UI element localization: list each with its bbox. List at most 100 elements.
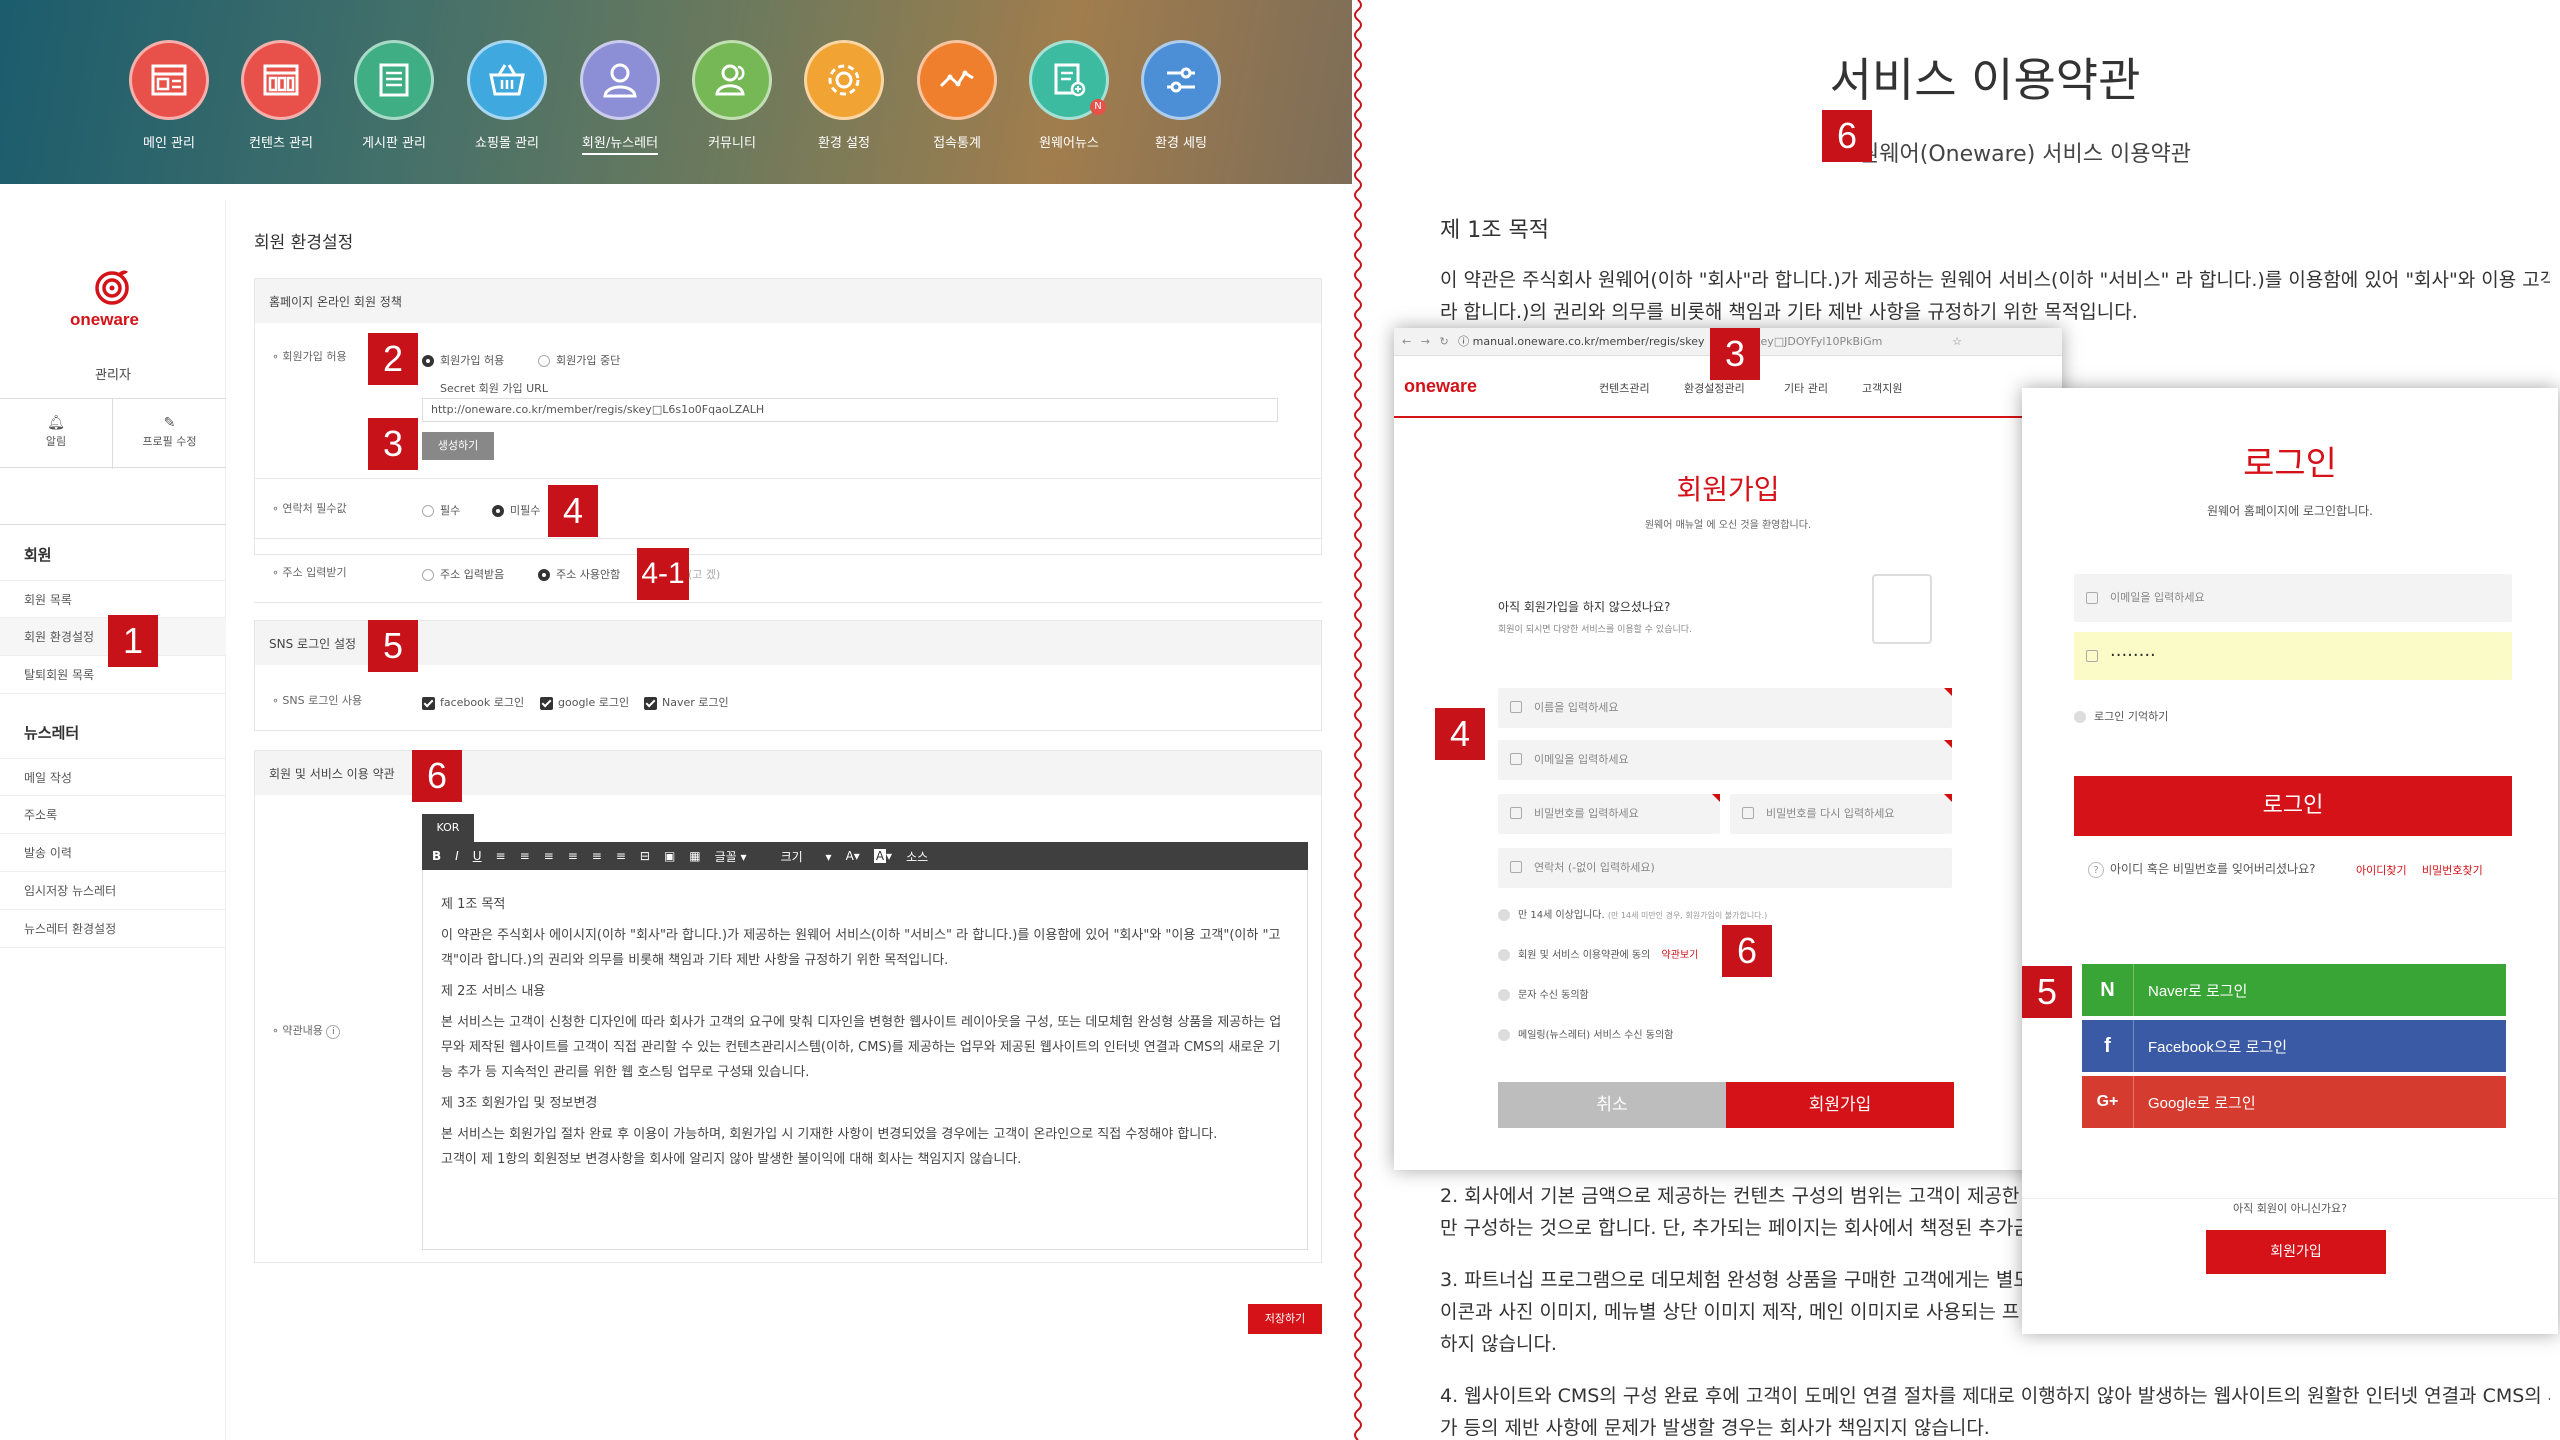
- size-select[interactable]: 크기 ▾: [781, 848, 832, 865]
- radio-signup-stop[interactable]: 회원가입 중단: [538, 352, 620, 368]
- image-button[interactable]: ▣: [664, 849, 675, 863]
- menu-content[interactable]: 컨텐츠 관리: [226, 40, 336, 151]
- back-icon[interactable]: ←: [1402, 335, 1411, 348]
- font-select[interactable]: 글꼴 ▾: [715, 848, 747, 865]
- name-input[interactable]: 이름을 입력하세요: [1498, 688, 1952, 728]
- cancel-button[interactable]: 취소: [1498, 1082, 1726, 1128]
- mail-field-icon: [1510, 753, 1522, 765]
- align-center-button[interactable]: ≡: [568, 849, 578, 863]
- secret-url-field[interactable]: http://oneware.co.kr/member/regis/skey□L…: [422, 398, 1278, 422]
- site-nav-content[interactable]: 컨텐츠관리: [1599, 380, 1650, 396]
- source-button[interactable]: 소스: [906, 848, 928, 865]
- agree-terms[interactable]: 회원 및 서비스 이용약관에 동의 약관보기: [1498, 946, 1698, 961]
- radio-required-label: 필수: [440, 504, 461, 517]
- sidebar-item-write-mail[interactable]: 메일 작성: [0, 758, 226, 796]
- radio-signup-allow[interactable]: 회원가입 허용: [422, 352, 504, 368]
- bold-button[interactable]: B: [432, 849, 441, 863]
- menu-setup[interactable]: 환경 세팅: [1126, 40, 1236, 151]
- sidebar-item-newsletter-settings[interactable]: 뉴스레터 환경설정: [0, 910, 226, 948]
- find-id-link[interactable]: 아이디찾기: [2356, 862, 2407, 878]
- remember-login-checkbox[interactable]: 로그인 기억하기: [2074, 708, 2168, 724]
- menu-community[interactable]: 커뮤니티: [677, 40, 787, 151]
- align-right-button[interactable]: ≡: [592, 849, 602, 863]
- radio-required[interactable]: 필수: [422, 502, 460, 518]
- bullet-list-button[interactable]: ≡: [520, 849, 530, 863]
- align-left-button[interactable]: ≡: [544, 849, 554, 863]
- login-email-input[interactable]: 이메일을 입력하세요: [2074, 574, 2512, 622]
- news-icon: N: [1029, 40, 1109, 120]
- checkbox-facebook[interactable]: facebook 로그인: [422, 694, 524, 710]
- email-input[interactable]: 이메일을 입력하세요: [1498, 740, 1952, 780]
- phone-input[interactable]: 연락처 (-없이 입력하세요): [1498, 848, 1952, 888]
- link-button[interactable]: ⊟: [640, 849, 650, 863]
- password-confirm-input[interactable]: 비밀번호를 다시 입력하세요: [1730, 794, 1952, 834]
- menu-settings[interactable]: 환경 설정: [789, 40, 899, 151]
- radio-address-receive[interactable]: 주소 입력받음: [422, 566, 504, 582]
- login-signup-button[interactable]: 회원가입: [2206, 1230, 2386, 1274]
- password-input[interactable]: 비밀번호를 입력하세요: [1498, 794, 1720, 834]
- phone-field-icon: [1510, 861, 1522, 873]
- editor-tab-kor[interactable]: KOR: [422, 814, 474, 842]
- menu-member[interactable]: 회원/뉴스레터: [565, 40, 675, 155]
- profile-edit-button[interactable]: ✎ 프로필 수정: [113, 399, 226, 469]
- underline-button[interactable]: U: [473, 849, 482, 863]
- user-icon: [580, 40, 660, 120]
- alarm-button[interactable]: 🔔︎ 알림: [0, 399, 113, 469]
- badge-3: 3: [368, 418, 418, 470]
- required-marker: [1944, 794, 1952, 802]
- sidebar-item-member-list[interactable]: 회원 목록: [0, 580, 226, 618]
- signup-question-sub: 회원이 되시면 다양한 서비스를 이용할 수 있습니다.: [1498, 625, 1692, 635]
- site-nav-support[interactable]: 고객지원: [1862, 380, 1902, 396]
- sliders-icon: [1141, 40, 1221, 120]
- sidebar-item-send-history[interactable]: 발송 이력: [0, 834, 226, 872]
- admin-top-menu: 메인 관리 컨텐츠 관리 게시판 관리 쇼핑몰 관리 회원/뉴스레터 커뮤니티 …: [0, 0, 1352, 184]
- bg-color-button[interactable]: A ▾: [873, 849, 892, 863]
- font-color-label: A: [845, 849, 854, 863]
- site-nav-etc[interactable]: 기타 관리: [1784, 380, 1828, 396]
- google-login-button[interactable]: G+ Google로 로그인: [2082, 1076, 2506, 1128]
- agree-sms[interactable]: 문자 수신 동의함: [1498, 986, 1589, 1001]
- agree-mailing[interactable]: 메일링(뉴스레터) 서비스 수신 동의함: [1498, 1026, 1673, 1041]
- login-password-input[interactable]: ········: [2074, 632, 2512, 680]
- sidebar-item-address-book[interactable]: 주소록: [0, 796, 226, 834]
- font-color-button[interactable]: A▾: [846, 849, 860, 863]
- url-text[interactable]: ⓘ manual.oneware.co.kr/member/regis/skey…: [1458, 335, 1882, 348]
- forward-icon[interactable]: →: [1421, 335, 1430, 348]
- ordered-list-button[interactable]: ≡: [496, 849, 506, 863]
- checkbox-google[interactable]: google 로그인: [540, 694, 629, 710]
- find-password-link[interactable]: 비밀번호찾기: [2422, 862, 2483, 878]
- star-icon[interactable]: ☆: [1952, 328, 1962, 356]
- naver-login-button[interactable]: N Naver로 로그인: [2082, 964, 2506, 1016]
- signup-submit-button[interactable]: 회원가입: [1726, 1082, 1954, 1128]
- terms-editor[interactable]: 제 1조 목적 이 약관은 주식회사 에이시지(이하 "회사"라 합니다.)가 …: [422, 870, 1308, 1250]
- admin-role: 관리자: [95, 368, 131, 383]
- page-title: 회원 환경설정: [254, 233, 354, 253]
- table-button[interactable]: ▦: [689, 849, 700, 863]
- sidebar-item-draft-newsletter[interactable]: 임시저장 뉴스레터: [0, 872, 226, 910]
- menu-news[interactable]: N 원웨어뉴스: [1014, 40, 1124, 151]
- radio-address-unused[interactable]: 주소 사용안함: [538, 566, 620, 582]
- menu-shop[interactable]: 쇼핑몰 관리: [452, 40, 562, 151]
- radio-not-required[interactable]: 미필수: [492, 502, 540, 518]
- facebook-login-button[interactable]: f Facebook으로 로그인: [2082, 1020, 2506, 1072]
- online-policy-header: 홈페이지 온라인 회원 정책: [254, 278, 1322, 324]
- info-icon: i: [326, 1025, 341, 1039]
- view-terms-link[interactable]: 약관보기: [1662, 950, 1699, 961]
- check-circle-icon: [2074, 711, 2086, 723]
- reload-icon[interactable]: ↻: [1439, 335, 1448, 348]
- checkbox-naver[interactable]: Naver 로그인: [644, 694, 729, 710]
- required-marker: [1712, 794, 1720, 802]
- menu-main[interactable]: 메인 관리: [114, 40, 224, 151]
- site-logo[interactable]: oneware: [1404, 376, 1477, 397]
- agree-age[interactable]: 만 14세 이상입니다. (만 14세 미만인 경우, 회원가입이 불가합니다.…: [1498, 906, 1767, 921]
- sns-panel: [254, 665, 1322, 731]
- menu-stats[interactable]: 접속통계: [902, 40, 1012, 151]
- italic-button[interactable]: I: [455, 849, 459, 863]
- generate-button[interactable]: 생성하기: [422, 432, 494, 460]
- site-nav-settings[interactable]: 환경설정관리: [1684, 380, 1745, 396]
- align-justify-button[interactable]: ≡: [616, 849, 626, 863]
- save-button[interactable]: 저장하기: [1248, 1304, 1322, 1334]
- login-password-value: ········: [2110, 645, 2156, 666]
- menu-board[interactable]: 게시판 관리: [339, 40, 449, 151]
- login-button[interactable]: 로그인: [2074, 776, 2512, 836]
